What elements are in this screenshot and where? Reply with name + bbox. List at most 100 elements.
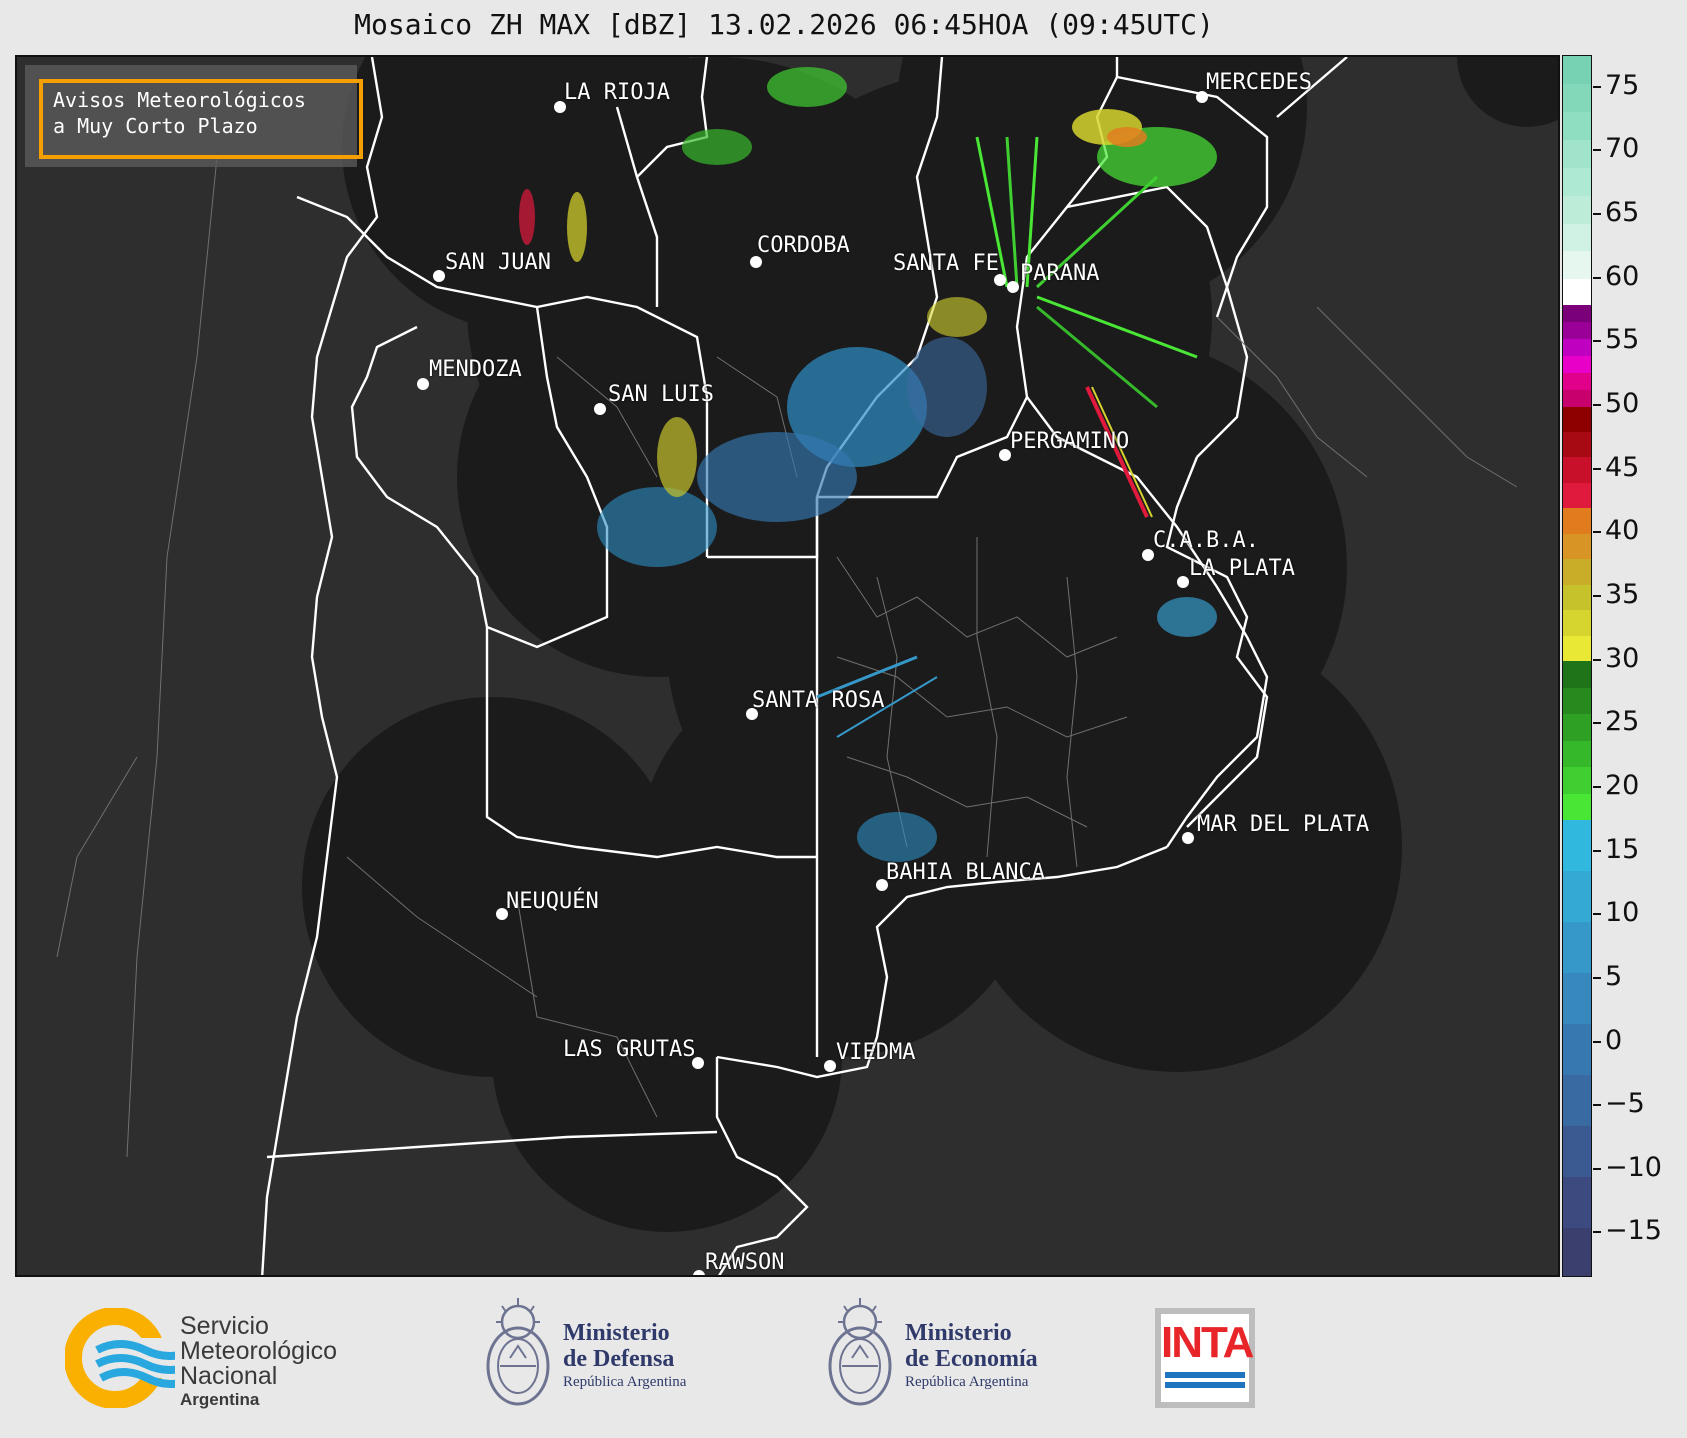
colorbar-segment bbox=[1563, 338, 1591, 356]
colorbar-tick bbox=[1593, 1040, 1601, 1043]
colorbar-segment bbox=[1563, 609, 1591, 636]
colorbar-segment bbox=[1563, 83, 1591, 113]
warning-link[interactable]: Avisos Meteorológicos a Muy Corto Plazo bbox=[39, 79, 363, 159]
economia-line3: República Argentina bbox=[905, 1374, 1029, 1390]
colorbar-segment bbox=[1563, 1176, 1591, 1228]
colorbar-segment bbox=[1563, 584, 1591, 611]
colorbar-tick-label: 70 bbox=[1605, 133, 1640, 165]
colorbar-tick bbox=[1593, 404, 1601, 407]
inta-logo[interactable]: INTA bbox=[1155, 1308, 1255, 1408]
footer: Servicio Meteorológico Nacional Argentin… bbox=[0, 1278, 1687, 1438]
radar-coverage bbox=[302, 57, 1558, 1232]
colorbar-tick bbox=[1593, 722, 1601, 725]
colorbar-tick bbox=[1593, 340, 1601, 343]
colorbar-tick bbox=[1593, 1104, 1601, 1107]
colorbar-tick-label: 15 bbox=[1605, 833, 1640, 865]
colorbar-tick-label: 75 bbox=[1605, 69, 1640, 101]
colorbar-tick bbox=[1593, 1167, 1601, 1170]
colorbar-segment bbox=[1563, 223, 1591, 252]
city-label: PARANA bbox=[1020, 261, 1100, 286]
radar-map[interactable]: Avisos Meteorológicos a Muy Corto Plazo … bbox=[15, 55, 1560, 1277]
coat-of-arms-icon bbox=[828, 1298, 892, 1406]
economia-logo[interactable]: Ministerio de Economía República Argenti… bbox=[820, 1296, 1080, 1416]
colorbar-segment bbox=[1563, 972, 1591, 1024]
colorbar-tick-label: 55 bbox=[1605, 324, 1640, 356]
map-title: Mosaico ZH MAX [dBZ] 13.02.2026 06:45HOA… bbox=[354, 8, 1214, 41]
colorbar-segment bbox=[1563, 355, 1591, 373]
city-label: VIEDMA bbox=[836, 1040, 916, 1065]
city-marker[interactable] bbox=[594, 403, 606, 415]
inta-stripe bbox=[1165, 1372, 1245, 1378]
smn-line2: Meteorológico bbox=[180, 1337, 338, 1365]
city-label: NEUQUÉN bbox=[506, 889, 599, 914]
city-marker[interactable] bbox=[693, 1270, 705, 1275]
colorbar-tick bbox=[1593, 1231, 1601, 1234]
defensa-logo[interactable]: Ministerio de Defensa República Argentin… bbox=[478, 1296, 708, 1416]
colorbar-segment bbox=[1563, 766, 1591, 794]
defensa-line2: de Defensa bbox=[563, 1346, 675, 1372]
city-marker[interactable] bbox=[1177, 576, 1189, 588]
colorbar-tick bbox=[1593, 976, 1601, 979]
city-marker[interactable] bbox=[824, 1060, 836, 1072]
colorbar-tick-label: 30 bbox=[1605, 642, 1640, 674]
colorbar-segment bbox=[1563, 406, 1591, 432]
colorbar-segment bbox=[1563, 558, 1591, 585]
city-label: BAHIA BLANCA bbox=[886, 860, 1045, 885]
city-label: SANTA ROSA bbox=[752, 688, 885, 713]
city-label: SAN LUIS bbox=[608, 382, 714, 407]
colorbar-segment bbox=[1563, 1227, 1591, 1276]
colorbar-segment bbox=[1563, 793, 1591, 821]
colorbar-tick-label: −10 bbox=[1605, 1151, 1662, 1183]
colorbar-tick-label: 20 bbox=[1605, 769, 1640, 801]
colorbar-tick bbox=[1593, 594, 1601, 597]
colorbar-segment bbox=[1563, 740, 1591, 768]
city-label: LA RIOJA bbox=[564, 80, 670, 105]
colorbar-tick-label: 5 bbox=[1605, 960, 1623, 992]
city-label: SANTA FE bbox=[893, 251, 999, 276]
city-label: CORDOBA bbox=[757, 233, 850, 258]
economia-line2: de Economía bbox=[905, 1346, 1038, 1372]
colorbar-segment bbox=[1563, 139, 1591, 168]
city-label: SAN JUAN bbox=[445, 250, 551, 275]
warning-line2: a Muy Corto Plazo bbox=[53, 114, 258, 138]
colorbar-segment bbox=[1563, 1023, 1591, 1075]
city-label: MENDOZA bbox=[429, 357, 522, 382]
city-label: LA PLATA bbox=[1189, 556, 1295, 581]
defensa-line1: Ministerio bbox=[563, 1320, 670, 1346]
colorbar-tick-label: 50 bbox=[1605, 388, 1640, 420]
city-marker[interactable] bbox=[417, 378, 429, 390]
colorbar-tick-label: 25 bbox=[1605, 706, 1640, 738]
inta-stripe bbox=[1165, 1382, 1245, 1388]
colorbar-tick bbox=[1593, 149, 1601, 152]
colorbar-segment bbox=[1563, 1125, 1591, 1177]
colorbar-tick-label: −15 bbox=[1605, 1215, 1662, 1247]
colorbar-segment bbox=[1563, 713, 1591, 741]
colorbar-segment bbox=[1563, 389, 1591, 407]
colorbar-tick-label: 35 bbox=[1605, 578, 1640, 610]
colorbar-segment bbox=[1563, 819, 1591, 872]
city-marker[interactable] bbox=[1182, 832, 1194, 844]
colorbar-tick-label: −5 bbox=[1605, 1088, 1645, 1120]
colorbar-segment bbox=[1563, 431, 1591, 458]
city-label: PERGAMINO bbox=[1010, 429, 1130, 454]
colorbar-segment bbox=[1563, 372, 1591, 390]
colorbar-tick bbox=[1593, 785, 1601, 788]
colorbar-segment bbox=[1563, 321, 1591, 339]
city-label: MERCEDES bbox=[1206, 70, 1312, 95]
colorbar-tick-label: 40 bbox=[1605, 515, 1640, 547]
colorbar-tick bbox=[1593, 213, 1601, 216]
city-marker[interactable] bbox=[1007, 281, 1019, 293]
colorbar-segment bbox=[1563, 533, 1591, 560]
colorbar-tick-label: 0 bbox=[1605, 1024, 1623, 1056]
colorbar-tick-label: 10 bbox=[1605, 897, 1640, 929]
smn-logo[interactable]: Servicio Meteorológico Nacional Argentin… bbox=[65, 1308, 375, 1409]
city-marker[interactable] bbox=[433, 270, 445, 282]
colorbar-segment bbox=[1563, 870, 1591, 923]
colorbar-tick bbox=[1593, 849, 1601, 852]
colorbar-tick bbox=[1593, 467, 1601, 470]
colorbar-tick-label: 60 bbox=[1605, 260, 1640, 292]
colorbar-segment bbox=[1563, 456, 1591, 483]
city-label: LAS GRUTAS bbox=[563, 1037, 696, 1062]
colorbar-segment bbox=[1563, 195, 1591, 224]
defensa-line3: República Argentina bbox=[563, 1374, 687, 1390]
